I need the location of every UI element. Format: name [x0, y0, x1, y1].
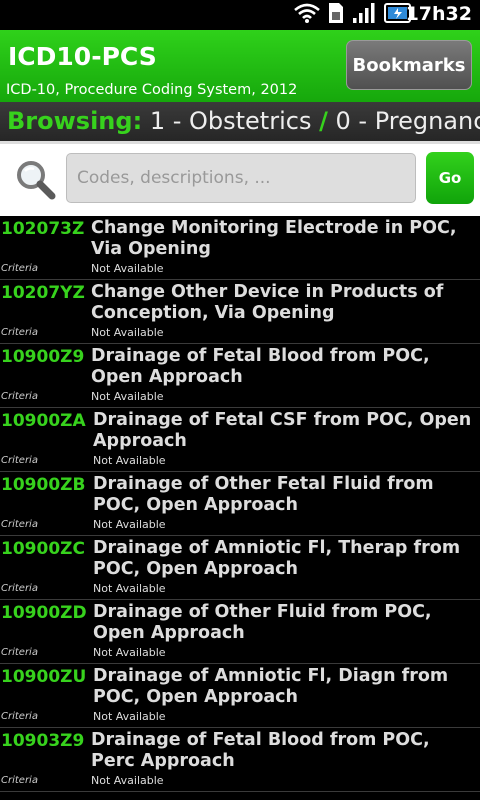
sim-card-icon — [328, 2, 344, 28]
criteria-value: Not Available — [91, 326, 164, 339]
signal-icon — [352, 2, 376, 28]
criteria-label: Criteria — [1, 711, 38, 722]
list-item[interactable]: 10900ZC Drainage of Amniotic Fl, Therap … — [0, 536, 480, 600]
item-description: Drainage of Amniotic Fl, Diagn from POC,… — [93, 666, 449, 707]
app-title: ICD10-PCS — [8, 42, 157, 71]
item-code: 10900ZD — [1, 603, 87, 623]
item-description: Change Other Device in Products of Conce… — [91, 282, 444, 323]
list-item[interactable]: 10900ZD Drainage of Other Fluid from POC… — [0, 600, 480, 664]
item-code: 10900ZA — [1, 411, 86, 431]
criteria-value: Not Available — [93, 454, 166, 467]
criteria-value: Not Available — [91, 774, 164, 787]
breadcrumb-section[interactable]: 1 - Obstetrics — [150, 107, 312, 135]
list-item[interactable]: 10207YZ Change Other Device in Products … — [0, 280, 480, 344]
item-description: Change Monitoring Electrode in POC, Via … — [91, 218, 457, 259]
item-description: Drainage of Fetal Blood from POC, Open A… — [91, 346, 430, 387]
status-bar: 17h32 — [0, 0, 480, 30]
breadcrumb-subsection[interactable]: 0 - Pregnancy — [336, 107, 480, 135]
item-description: Drainage of Other Fetal Fluid from POC, … — [93, 474, 434, 515]
app-header: ICD10-PCS ICD-10, Procedure Coding Syste… — [0, 30, 480, 102]
clock: 17h32 — [405, 3, 472, 25]
criteria-value: Not Available — [93, 646, 166, 659]
criteria-value: Not Available — [93, 518, 166, 531]
criteria-label: Criteria — [1, 391, 38, 402]
criteria-label: Criteria — [1, 583, 38, 594]
go-button[interactable]: Go — [426, 152, 474, 204]
item-code: 10900ZU — [1, 667, 87, 687]
wifi-icon — [294, 3, 320, 27]
item-code: 10903Z9 — [1, 731, 85, 751]
item-description: Drainage of Other Fluid from POC, Open A… — [93, 602, 432, 643]
item-description: Drainage of Fetal Blood from POC, Perc A… — [91, 730, 430, 771]
search-input[interactable]: Codes, descriptions, ... — [66, 153, 416, 203]
criteria-value: Not Available — [93, 582, 166, 595]
item-code: 10207YZ — [1, 283, 85, 303]
list-item[interactable]: 10903Z9 Drainage of Fetal Blood from POC… — [0, 728, 480, 792]
browsing-breadcrumb: Browsing: 1 - Obstetrics / 0 - Pregnancy — [0, 102, 480, 144]
criteria-label: Criteria — [1, 327, 38, 338]
search-bar: Codes, descriptions, ... Go — [0, 144, 480, 216]
list-item[interactable]: 10900Z9 Drainage of Fetal Blood from POC… — [0, 344, 480, 408]
app-subtitle: ICD-10, Procedure Coding System, 2012 — [6, 82, 298, 98]
item-code: 102073Z — [1, 219, 85, 239]
browsing-label: Browsing: — [7, 107, 143, 135]
breadcrumb-separator: / — [319, 107, 328, 135]
list-item[interactable]: 102073Z Change Monitoring Electrode in P… — [0, 216, 480, 280]
criteria-label: Criteria — [1, 263, 38, 274]
list-item[interactable]: 10900ZB Drainage of Other Fetal Fluid fr… — [0, 472, 480, 536]
criteria-value: Not Available — [91, 262, 164, 275]
criteria-label: Criteria — [1, 647, 38, 658]
item-code: 10900ZB — [1, 475, 86, 495]
search-icon — [13, 158, 57, 206]
criteria-label: Criteria — [1, 519, 38, 530]
code-list: 102073Z Change Monitoring Electrode in P… — [0, 216, 480, 792]
bookmarks-button[interactable]: Bookmarks — [346, 40, 472, 90]
item-description: Drainage of Amniotic Fl, Therap from POC… — [93, 538, 461, 579]
criteria-value: Not Available — [93, 710, 166, 723]
list-item[interactable]: 10900ZU Drainage of Amniotic Fl, Diagn f… — [0, 664, 480, 728]
item-code: 10900ZC — [1, 539, 85, 559]
criteria-label: Criteria — [1, 775, 38, 786]
criteria-label: Criteria — [1, 455, 38, 466]
list-item[interactable]: 10900ZA Drainage of Fetal CSF from POC, … — [0, 408, 480, 472]
item-description: Drainage of Fetal CSF from POC, Open App… — [93, 410, 472, 451]
criteria-value: Not Available — [91, 390, 164, 403]
item-code: 10900Z9 — [1, 347, 85, 367]
